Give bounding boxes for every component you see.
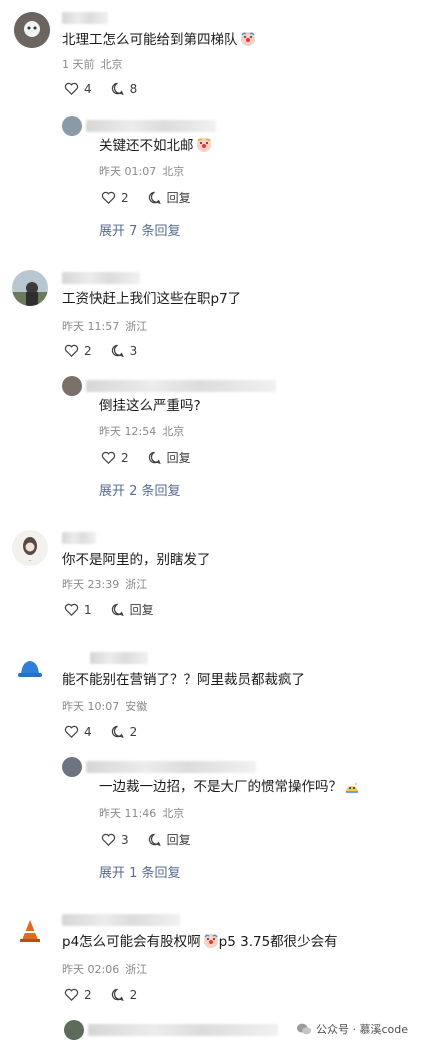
reply-actions: 2 回复 bbox=[101, 449, 209, 466]
heart-icon bbox=[64, 344, 79, 357]
comment-meta: 1 天前 北京 bbox=[62, 58, 123, 71]
avatar-image bbox=[12, 650, 48, 686]
expand-replies-link[interactable]: 展开 2 条回复 bbox=[99, 480, 181, 499]
reply-username-blurred bbox=[86, 120, 216, 132]
username-blurred bbox=[62, 272, 140, 284]
comment-bubble-icon bbox=[148, 833, 161, 847]
heart-icon bbox=[101, 833, 116, 846]
reply-avatar[interactable] bbox=[62, 116, 82, 136]
clown-face-icon bbox=[203, 934, 218, 948]
avatar-image: ~ bbox=[12, 530, 48, 566]
comment-bubble-icon bbox=[148, 191, 161, 205]
heart-icon bbox=[64, 988, 79, 1001]
reply-count-button[interactable]: 3 bbox=[110, 343, 137, 358]
reply-avatar[interactable] bbox=[62, 376, 82, 396]
comment-actions: 1 回复 bbox=[64, 601, 172, 618]
reply-text: 关键还不如北邮 bbox=[99, 136, 212, 156]
comment-text: 北理工怎么可能给到第四梯队 bbox=[62, 30, 256, 50]
reply-count-button[interactable]: 8 bbox=[110, 81, 137, 96]
comment-text: 工资快赶上我们这些在职p7了 bbox=[62, 291, 242, 307]
comment-item: 工资快赶上我们这些在职p7了 昨天 11:57 浙江 2 3 倒挂这么严重吗? 昨… bbox=[0, 262, 428, 512]
comment-text: 你不是阿里的，别瞎发了 bbox=[62, 552, 211, 568]
heart-icon bbox=[64, 82, 79, 95]
comment-actions: 4 2 bbox=[64, 724, 155, 739]
reply-meta: 昨天 11:46 北京 bbox=[99, 807, 185, 820]
avatar[interactable]: ~ bbox=[12, 530, 48, 566]
reply-username-blurred bbox=[86, 380, 276, 392]
reply-button[interactable]: 回复 bbox=[147, 449, 191, 466]
comment-meta: 昨天 10:07 安徽 bbox=[62, 700, 148, 713]
like-button[interactable]: 2 bbox=[101, 190, 129, 205]
reply-button[interactable]: 回复 bbox=[147, 189, 191, 206]
avatar-image bbox=[14, 12, 50, 48]
heart-icon bbox=[101, 191, 116, 204]
reply-button[interactable]: 回复 bbox=[110, 601, 154, 618]
username-blurred bbox=[62, 914, 180, 926]
reply-username-blurred bbox=[86, 761, 256, 773]
reply-actions: 3 回复 bbox=[101, 831, 209, 848]
comment-bubble-icon bbox=[111, 725, 124, 739]
comment-meta: 昨天 23:39 浙江 bbox=[62, 578, 148, 591]
comment-item: 北理工怎么可能给到第四梯队 1 天前 北京 4 8 关键还不如北邮 昨天 01:0… bbox=[0, 0, 428, 252]
avatar[interactable] bbox=[14, 12, 50, 48]
avatar[interactable] bbox=[12, 650, 48, 686]
watermark: 公众号 · 慕溪code bbox=[296, 1021, 408, 1037]
clown-face-icon bbox=[196, 138, 211, 152]
username-blurred bbox=[62, 532, 96, 544]
comment-bubble-icon bbox=[111, 603, 124, 617]
comment-item: 能不能别在营销了？？阿里裁员都裁疯了 昨天 10:07 安徽 4 2 一边裁一边招… bbox=[0, 644, 428, 890]
heart-icon bbox=[64, 603, 79, 616]
reply-text: 一边裁一边招，不是大厂的惯常操作吗？ bbox=[99, 777, 360, 797]
comment-actions: 2 3 bbox=[64, 343, 155, 358]
comment-item: ~ 你不是阿里的，别瞎发了 昨天 23:39 浙江 1 回复 bbox=[0, 524, 428, 634]
reply-meta: 昨天 01:07 北京 bbox=[99, 165, 185, 178]
reply-avatar[interactable] bbox=[64, 1020, 84, 1040]
reply-username-blurred bbox=[88, 1024, 278, 1036]
reply-avatar[interactable] bbox=[62, 757, 82, 777]
reply-actions: 2 回复 bbox=[101, 189, 209, 206]
reply-button[interactable]: 回复 bbox=[147, 831, 191, 848]
reply-count-button[interactable]: 2 bbox=[110, 724, 137, 739]
avatar-image bbox=[12, 270, 48, 306]
like-button[interactable]: 3 bbox=[101, 832, 129, 847]
avatar[interactable] bbox=[12, 270, 48, 306]
comment-bubble-icon bbox=[111, 344, 124, 358]
like-button[interactable]: 2 bbox=[64, 987, 92, 1002]
reply-meta: 昨天 12:54 北京 bbox=[99, 425, 185, 438]
avatar[interactable] bbox=[12, 912, 48, 948]
wechat-icon bbox=[296, 1023, 312, 1035]
heart-icon bbox=[64, 725, 79, 738]
clown-face-icon bbox=[240, 32, 255, 46]
comment-bubble-icon bbox=[111, 82, 124, 96]
like-button[interactable]: 1 bbox=[64, 602, 92, 617]
comment-actions: 4 8 bbox=[64, 81, 155, 96]
comment-bubble-icon bbox=[148, 451, 161, 465]
like-button[interactable]: 2 bbox=[64, 343, 92, 358]
expand-replies-link[interactable]: 展开 1 条回复 bbox=[99, 862, 181, 881]
username-blurred bbox=[62, 12, 108, 24]
comment-text: p4怎么可能会有股权啊 p5 3.75都很少会有 bbox=[62, 934, 338, 950]
comment-text: 能不能别在营销了？？阿里裁员都裁疯了 bbox=[62, 672, 305, 688]
like-button[interactable]: 2 bbox=[101, 450, 129, 465]
watermark-text: 公众号 · 慕溪code bbox=[316, 1023, 409, 1036]
comment-actions: 2 2 bbox=[64, 987, 155, 1002]
sweat-face-icon bbox=[346, 782, 358, 793]
comment-meta: 昨天 11:57 浙江 bbox=[62, 320, 148, 333]
avatar-image bbox=[12, 912, 48, 948]
reply-text: 倒挂这么严重吗? bbox=[99, 398, 201, 414]
like-button[interactable]: 4 bbox=[64, 81, 92, 96]
comment-bubble-icon bbox=[111, 988, 124, 1002]
heart-icon bbox=[101, 451, 116, 464]
svg-text:~: ~ bbox=[28, 558, 31, 563]
reply-count-button[interactable]: 2 bbox=[110, 987, 137, 1002]
like-button[interactable]: 4 bbox=[64, 724, 92, 739]
comment-meta: 昨天 02:06 浙江 bbox=[62, 963, 148, 976]
username-blurred bbox=[90, 652, 148, 664]
expand-replies-link[interactable]: 展开 7 条回复 bbox=[99, 220, 181, 239]
